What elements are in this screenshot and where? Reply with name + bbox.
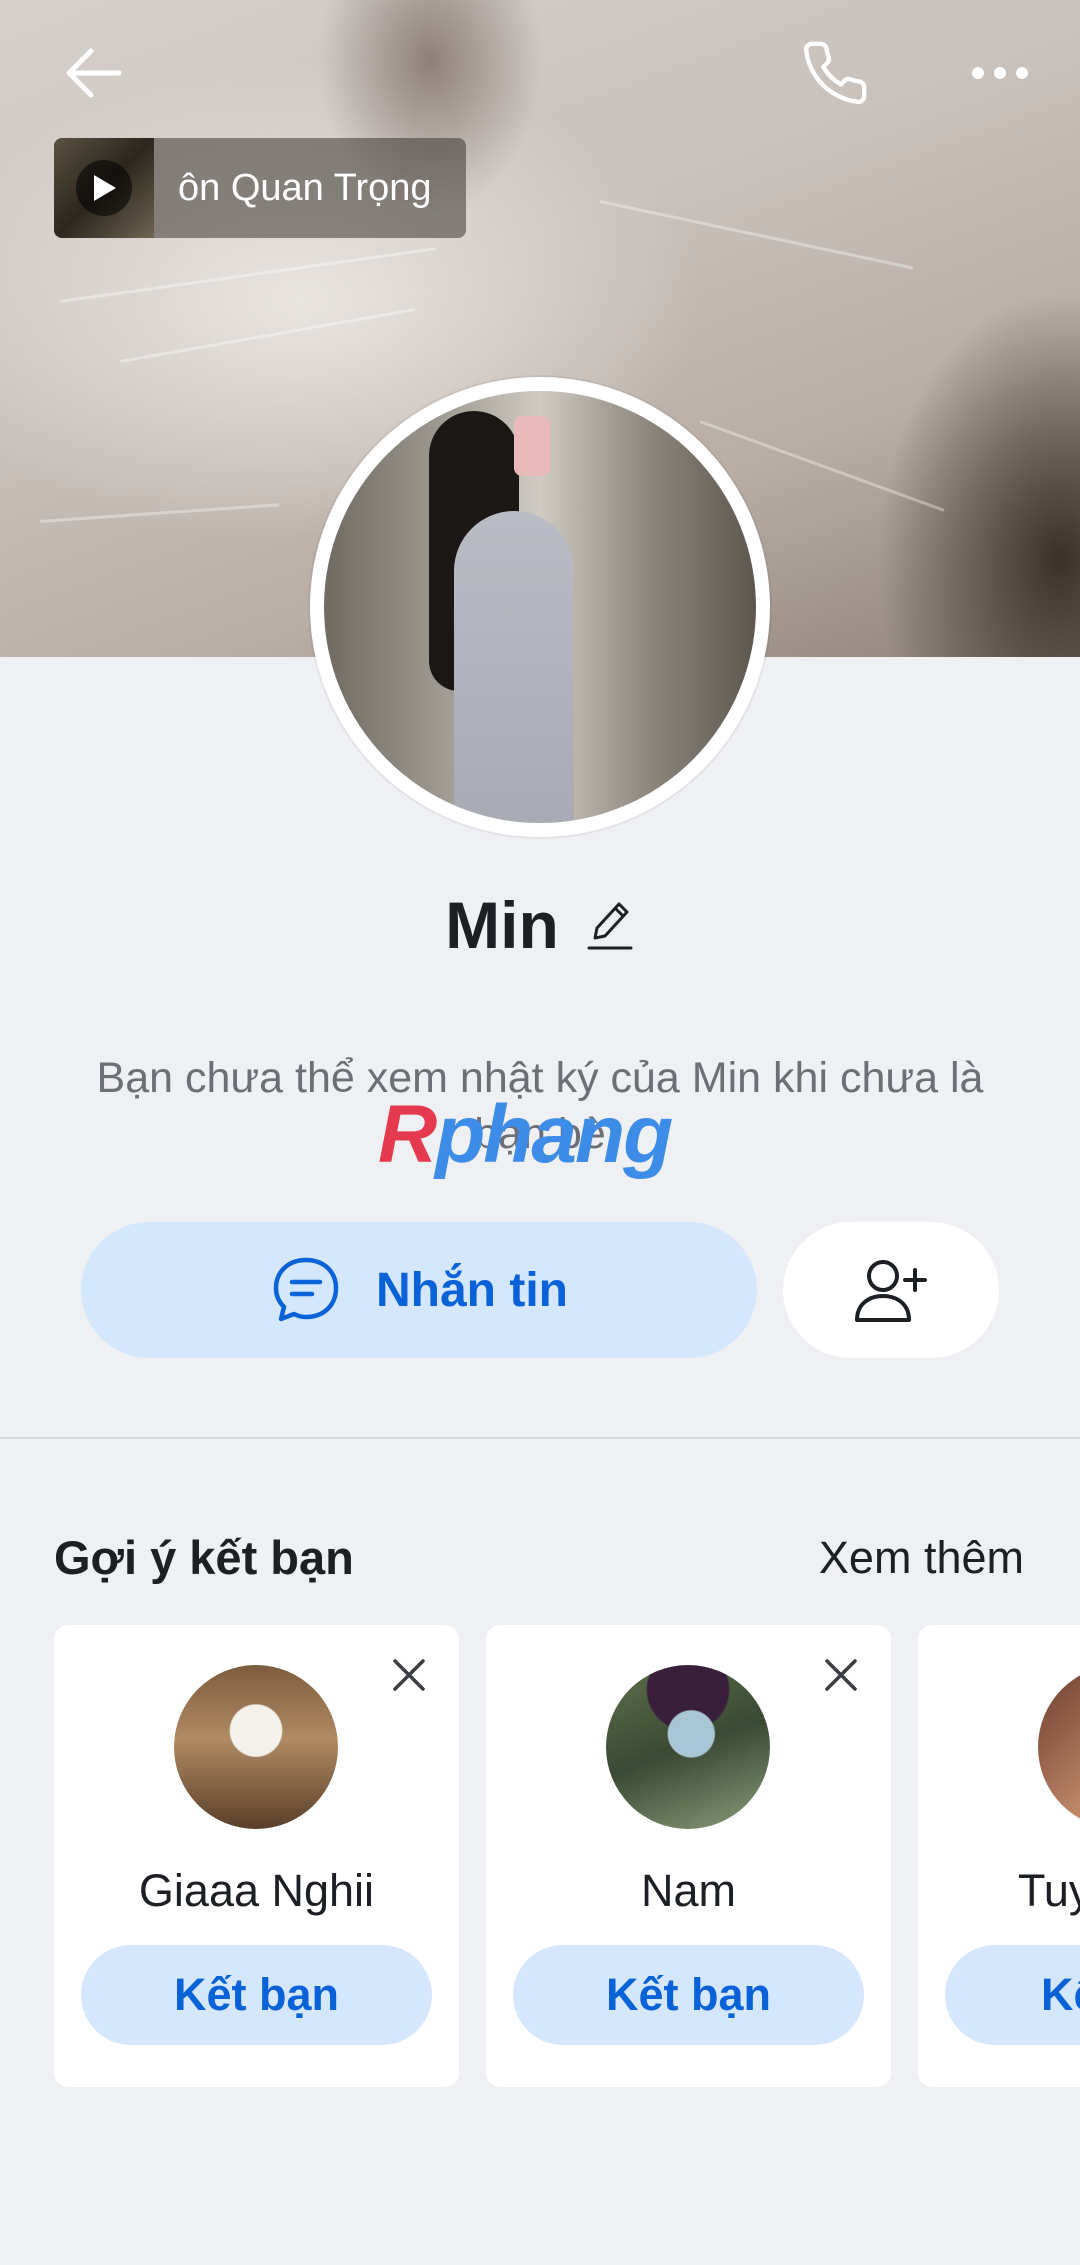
section-divider	[0, 1437, 1080, 1439]
close-icon	[393, 1659, 425, 1691]
dismiss-suggestion-button[interactable]	[387, 1653, 431, 1697]
message-button[interactable]: Nhắn tin	[81, 1222, 757, 1358]
add-friend-suggestion-button[interactable]: Kết bạn	[81, 1945, 432, 2045]
music-title: ôn Quan Trọng	[178, 166, 432, 209]
music-thumbnail	[54, 138, 154, 238]
pencil-icon	[587, 902, 633, 950]
suggestion-name: Giaaa Nghii	[138, 1865, 375, 1916]
more-options-button[interactable]	[945, 18, 1055, 128]
avatar-photo	[324, 391, 756, 823]
add-friend-suggestion-button[interactable]: Kết bạn	[513, 1945, 864, 2045]
profile-name: Min	[445, 888, 559, 962]
add-friend-suggestion-button[interactable]: Kết	[945, 1945, 1080, 2045]
suggestion-name: Nam	[640, 1865, 736, 1916]
private-diary-notice: Bạn chưa thể xem nhật ký của Min khi chư…	[96, 1054, 984, 1158]
suggestion-card[interactable]: Tuy Kết	[918, 1625, 1080, 2087]
add-user-icon	[855, 1260, 927, 1322]
ellipsis-icon	[972, 67, 1028, 79]
phone-icon	[803, 41, 867, 105]
add-friend-button[interactable]	[783, 1222, 999, 1358]
arrow-left-icon	[66, 48, 122, 98]
profile-music-chip[interactable]: ôn Quan Trọng	[54, 138, 466, 238]
suggestion-avatar[interactable]	[174, 1665, 338, 1829]
suggestion-avatar[interactable]	[606, 1665, 770, 1829]
suggestion-card[interactable]: Nam Kết bạn	[486, 1625, 891, 2087]
see-more-link[interactable]: Xem thêm	[819, 1532, 1024, 1584]
suggestion-name: Tuy	[1018, 1865, 1080, 1916]
dismiss-suggestion-button[interactable]	[819, 1653, 863, 1697]
suggestion-avatar[interactable]	[1038, 1665, 1080, 1829]
profile-name-row: Min	[0, 880, 1080, 970]
profile-avatar[interactable]	[310, 377, 770, 837]
suggestions-title: Gợi ý kết bạn	[54, 1531, 354, 1584]
call-button[interactable]	[780, 18, 890, 128]
play-icon[interactable]	[76, 160, 132, 216]
chat-bubble-icon	[273, 1257, 339, 1322]
edit-name-button[interactable]	[587, 897, 635, 953]
suggestion-carousel[interactable]: Giaaa Nghii Kết bạn Nam Kết bạn Tuy Kết	[54, 1625, 1080, 2087]
message-label: Nhắn tin	[376, 1263, 568, 1317]
back-button[interactable]	[38, 18, 148, 128]
suggestion-card[interactable]: Giaaa Nghii Kết bạn	[54, 1625, 459, 2087]
close-icon	[825, 1659, 857, 1691]
